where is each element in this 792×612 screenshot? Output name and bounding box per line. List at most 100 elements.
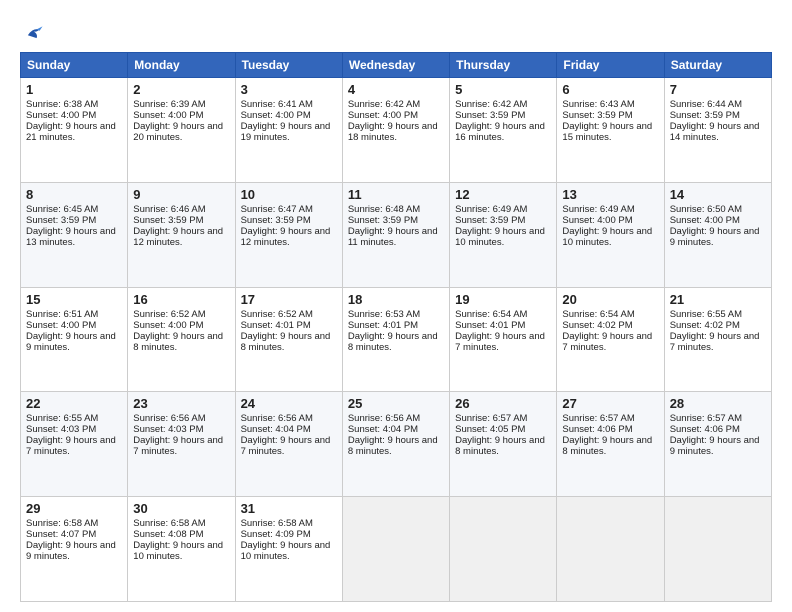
- sunset-text: Sunset: 4:06 PM: [670, 424, 740, 435]
- weekday-header-saturday: Saturday: [664, 53, 771, 78]
- calendar-cell: 21Sunrise: 6:55 AMSunset: 4:02 PMDayligh…: [664, 287, 771, 392]
- calendar-cell: 15Sunrise: 6:51 AMSunset: 4:00 PMDayligh…: [21, 287, 128, 392]
- day-number: 13: [562, 187, 658, 202]
- sunrise-text: Sunrise: 6:57 AM: [670, 413, 742, 424]
- daylight-text: Daylight: 9 hours and 10 minutes.: [241, 540, 331, 562]
- daylight-text: Daylight: 9 hours and 8 minutes.: [455, 435, 545, 457]
- daylight-text: Daylight: 9 hours and 10 minutes.: [133, 540, 223, 562]
- sunrise-text: Sunrise: 6:56 AM: [348, 413, 420, 424]
- sunset-text: Sunset: 4:00 PM: [26, 110, 96, 121]
- calendar-week-4: 22Sunrise: 6:55 AMSunset: 4:03 PMDayligh…: [21, 392, 772, 497]
- day-number: 8: [26, 187, 122, 202]
- sunset-text: Sunset: 4:00 PM: [670, 215, 740, 226]
- sunset-text: Sunset: 4:01 PM: [455, 320, 525, 331]
- sunrise-text: Sunrise: 6:44 AM: [670, 99, 742, 110]
- calendar-cell: 31Sunrise: 6:58 AMSunset: 4:09 PMDayligh…: [235, 497, 342, 602]
- calendar-cell: 7Sunrise: 6:44 AMSunset: 3:59 PMDaylight…: [664, 78, 771, 183]
- daylight-text: Daylight: 9 hours and 7 minutes.: [26, 435, 116, 457]
- daylight-text: Daylight: 9 hours and 10 minutes.: [455, 226, 545, 248]
- sunset-text: Sunset: 3:59 PM: [241, 215, 311, 226]
- day-number: 9: [133, 187, 229, 202]
- sunrise-text: Sunrise: 6:51 AM: [26, 309, 98, 320]
- calendar-week-3: 15Sunrise: 6:51 AMSunset: 4:00 PMDayligh…: [21, 287, 772, 392]
- sunrise-text: Sunrise: 6:38 AM: [26, 99, 98, 110]
- daylight-text: Daylight: 9 hours and 14 minutes.: [670, 121, 760, 143]
- daylight-text: Daylight: 9 hours and 8 minutes.: [348, 435, 438, 457]
- calendar-cell: 19Sunrise: 6:54 AMSunset: 4:01 PMDayligh…: [450, 287, 557, 392]
- calendar-cell: [342, 497, 449, 602]
- day-number: 14: [670, 187, 766, 202]
- day-number: 23: [133, 396, 229, 411]
- calendar-cell: 2Sunrise: 6:39 AMSunset: 4:00 PMDaylight…: [128, 78, 235, 183]
- sunrise-text: Sunrise: 6:43 AM: [562, 99, 634, 110]
- day-number: 21: [670, 292, 766, 307]
- sunrise-text: Sunrise: 6:57 AM: [455, 413, 527, 424]
- day-number: 1: [26, 82, 122, 97]
- calendar-cell: 18Sunrise: 6:53 AMSunset: 4:01 PMDayligh…: [342, 287, 449, 392]
- sunset-text: Sunset: 4:00 PM: [241, 110, 311, 121]
- daylight-text: Daylight: 9 hours and 8 minutes.: [133, 331, 223, 353]
- sunrise-text: Sunrise: 6:47 AM: [241, 204, 313, 215]
- day-number: 7: [670, 82, 766, 97]
- sunset-text: Sunset: 4:07 PM: [26, 529, 96, 540]
- calendar-cell: 14Sunrise: 6:50 AMSunset: 4:00 PMDayligh…: [664, 182, 771, 287]
- sunrise-text: Sunrise: 6:42 AM: [455, 99, 527, 110]
- calendar-cell: [557, 497, 664, 602]
- calendar-cell: 30 Sunrise: 6:58 AMSunset: 4:08 PMDayligh…: [128, 497, 235, 602]
- sunrise-text: Sunrise: 6:53 AM: [348, 309, 420, 320]
- sunrise-text: Sunrise: 6:54 AM: [562, 309, 634, 320]
- day-number: 28: [670, 396, 766, 411]
- day-number: 11: [348, 187, 444, 202]
- daylight-text: Daylight: 9 hours and 9 minutes.: [26, 331, 116, 353]
- day-number: 24: [241, 396, 337, 411]
- sunrise-text: Sunrise: 6:46 AM: [133, 204, 205, 215]
- sunset-text: Sunset: 4:00 PM: [562, 215, 632, 226]
- sunrise-text: Sunrise: 6:58 AM: [241, 518, 313, 529]
- day-number: 2: [133, 82, 229, 97]
- calendar-cell: 5Sunrise: 6:42 AMSunset: 3:59 PMDaylight…: [450, 78, 557, 183]
- daylight-text: Daylight: 9 hours and 20 minutes.: [133, 121, 223, 143]
- day-number: 20: [562, 292, 658, 307]
- calendar-cell: 12Sunrise: 6:49 AMSunset: 3:59 PMDayligh…: [450, 182, 557, 287]
- sunset-text: Sunset: 4:00 PM: [348, 110, 418, 121]
- daylight-text: Daylight: 9 hours and 11 minutes.: [348, 226, 438, 248]
- sunrise-text: Sunrise: 6:55 AM: [670, 309, 742, 320]
- sunset-text: Sunset: 4:02 PM: [670, 320, 740, 331]
- calendar-cell: 23Sunrise: 6:56 AMSunset: 4:03 PMDayligh…: [128, 392, 235, 497]
- daylight-text: Daylight: 9 hours and 7 minutes.: [455, 331, 545, 353]
- daylight-text: Daylight: 9 hours and 7 minutes.: [562, 331, 652, 353]
- day-number: 29: [26, 501, 122, 516]
- sunset-text: Sunset: 3:59 PM: [455, 215, 525, 226]
- day-number: 31: [241, 501, 337, 516]
- calendar-cell: 9Sunrise: 6:46 AMSunset: 3:59 PMDaylight…: [128, 182, 235, 287]
- calendar-cell: 10Sunrise: 6:47 AMSunset: 3:59 PMDayligh…: [235, 182, 342, 287]
- sunrise-text: Sunrise: 6:55 AM: [26, 413, 98, 424]
- day-number: 30: [133, 501, 229, 516]
- sunset-text: Sunset: 4:00 PM: [133, 320, 203, 331]
- sunset-text: Sunset: 4:00 PM: [26, 320, 96, 331]
- calendar-table: SundayMondayTuesdayWednesdayThursdayFrid…: [20, 52, 772, 602]
- sunset-text: Sunset: 4:00 PM: [133, 110, 203, 121]
- sunrise-text: Sunrise: 6:58 AM: [133, 518, 205, 529]
- sunrise-text: Sunrise: 6:50 AM: [670, 204, 742, 215]
- calendar-cell: [664, 497, 771, 602]
- daylight-text: Daylight: 9 hours and 12 minutes.: [241, 226, 331, 248]
- calendar-cell: 22Sunrise: 6:55 AMSunset: 4:03 PMDayligh…: [21, 392, 128, 497]
- sunset-text: Sunset: 4:01 PM: [241, 320, 311, 331]
- day-number: 27: [562, 396, 658, 411]
- day-number: 18: [348, 292, 444, 307]
- sunset-text: Sunset: 3:59 PM: [348, 215, 418, 226]
- sunset-text: Sunset: 4:08 PM: [133, 529, 203, 540]
- calendar-cell: 24Sunrise: 6:56 AMSunset: 4:04 PMDayligh…: [235, 392, 342, 497]
- weekday-header-tuesday: Tuesday: [235, 53, 342, 78]
- calendar-cell: [450, 497, 557, 602]
- sunset-text: Sunset: 3:59 PM: [133, 215, 203, 226]
- sunrise-text: Sunrise: 6:49 AM: [455, 204, 527, 215]
- calendar-cell: 29Sunrise: 6:58 AMSunset: 4:07 PMDayligh…: [21, 497, 128, 602]
- calendar-cell: 3Sunrise: 6:41 AMSunset: 4:00 PMDaylight…: [235, 78, 342, 183]
- daylight-text: Daylight: 9 hours and 18 minutes.: [348, 121, 438, 143]
- daylight-text: Daylight: 9 hours and 19 minutes.: [241, 121, 331, 143]
- sunset-text: Sunset: 4:03 PM: [133, 424, 203, 435]
- sunset-text: Sunset: 4:02 PM: [562, 320, 632, 331]
- daylight-text: Daylight: 9 hours and 16 minutes.: [455, 121, 545, 143]
